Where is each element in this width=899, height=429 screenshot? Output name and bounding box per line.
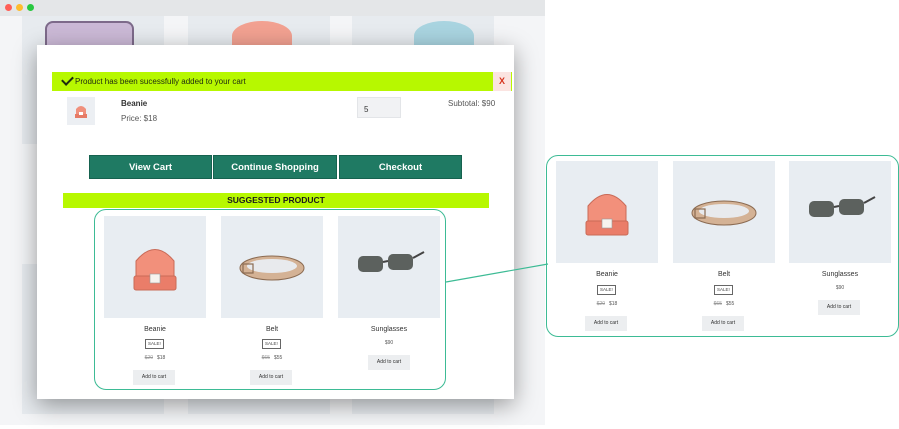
price: $90 xyxy=(384,340,394,346)
price: $90 xyxy=(835,285,845,291)
add-to-cart-button[interactable]: Add to cart xyxy=(702,316,744,331)
original-price: $65 xyxy=(713,301,722,307)
original-price: $65 xyxy=(261,355,270,361)
product-price: $65 $55 xyxy=(221,355,323,361)
sale-badge: SALE! xyxy=(714,285,733,295)
product-name[interactable]: Sunglasses xyxy=(789,271,891,278)
product-price: $90 xyxy=(789,285,891,291)
product-image-beanie[interactable] xyxy=(556,161,658,263)
product-name[interactable]: Belt xyxy=(673,271,775,278)
product-price: $20 $18 xyxy=(104,355,206,361)
add-to-cart-button[interactable]: Add to cart xyxy=(250,370,292,385)
sale-badge: SALE! xyxy=(262,339,281,349)
sunglasses-image xyxy=(809,196,876,217)
sunglasses-image xyxy=(358,251,425,272)
product-price: $20 $18 xyxy=(556,301,658,307)
product-name[interactable]: Belt xyxy=(221,326,323,333)
sale-price: $18 xyxy=(609,301,618,307)
product-image-belt[interactable] xyxy=(673,161,775,263)
add-to-cart-button[interactable]: Add to cart xyxy=(585,316,627,331)
product-price: $90 xyxy=(338,340,440,346)
belt-image xyxy=(691,200,757,226)
sale-price: $18 xyxy=(157,355,166,361)
add-to-cart-button[interactable]: Add to cart xyxy=(133,370,175,385)
add-to-cart-button[interactable]: Add to cart xyxy=(368,355,410,370)
product-image-belt[interactable] xyxy=(221,216,323,318)
product-name[interactable]: Beanie xyxy=(556,271,658,278)
original-price: $20 xyxy=(144,355,153,361)
add-to-cart-button[interactable]: Add to cart xyxy=(818,300,860,315)
product-name[interactable]: Sunglasses xyxy=(338,326,440,333)
product-image-sunglasses[interactable] xyxy=(338,216,440,318)
beanie-image xyxy=(133,249,177,291)
original-price: $20 xyxy=(596,301,605,307)
sale-price: $55 xyxy=(726,301,735,307)
sale-badge: SALE! xyxy=(145,339,164,349)
beanie-image xyxy=(585,194,629,236)
sale-price: $55 xyxy=(274,355,283,361)
product-image-beanie[interactable] xyxy=(104,216,206,318)
sale-badge: SALE! xyxy=(597,285,616,295)
product-price: $65 $55 xyxy=(673,301,775,307)
product-image-sunglasses[interactable] xyxy=(789,161,891,263)
belt-image xyxy=(239,255,305,281)
product-name[interactable]: Beanie xyxy=(104,326,206,333)
